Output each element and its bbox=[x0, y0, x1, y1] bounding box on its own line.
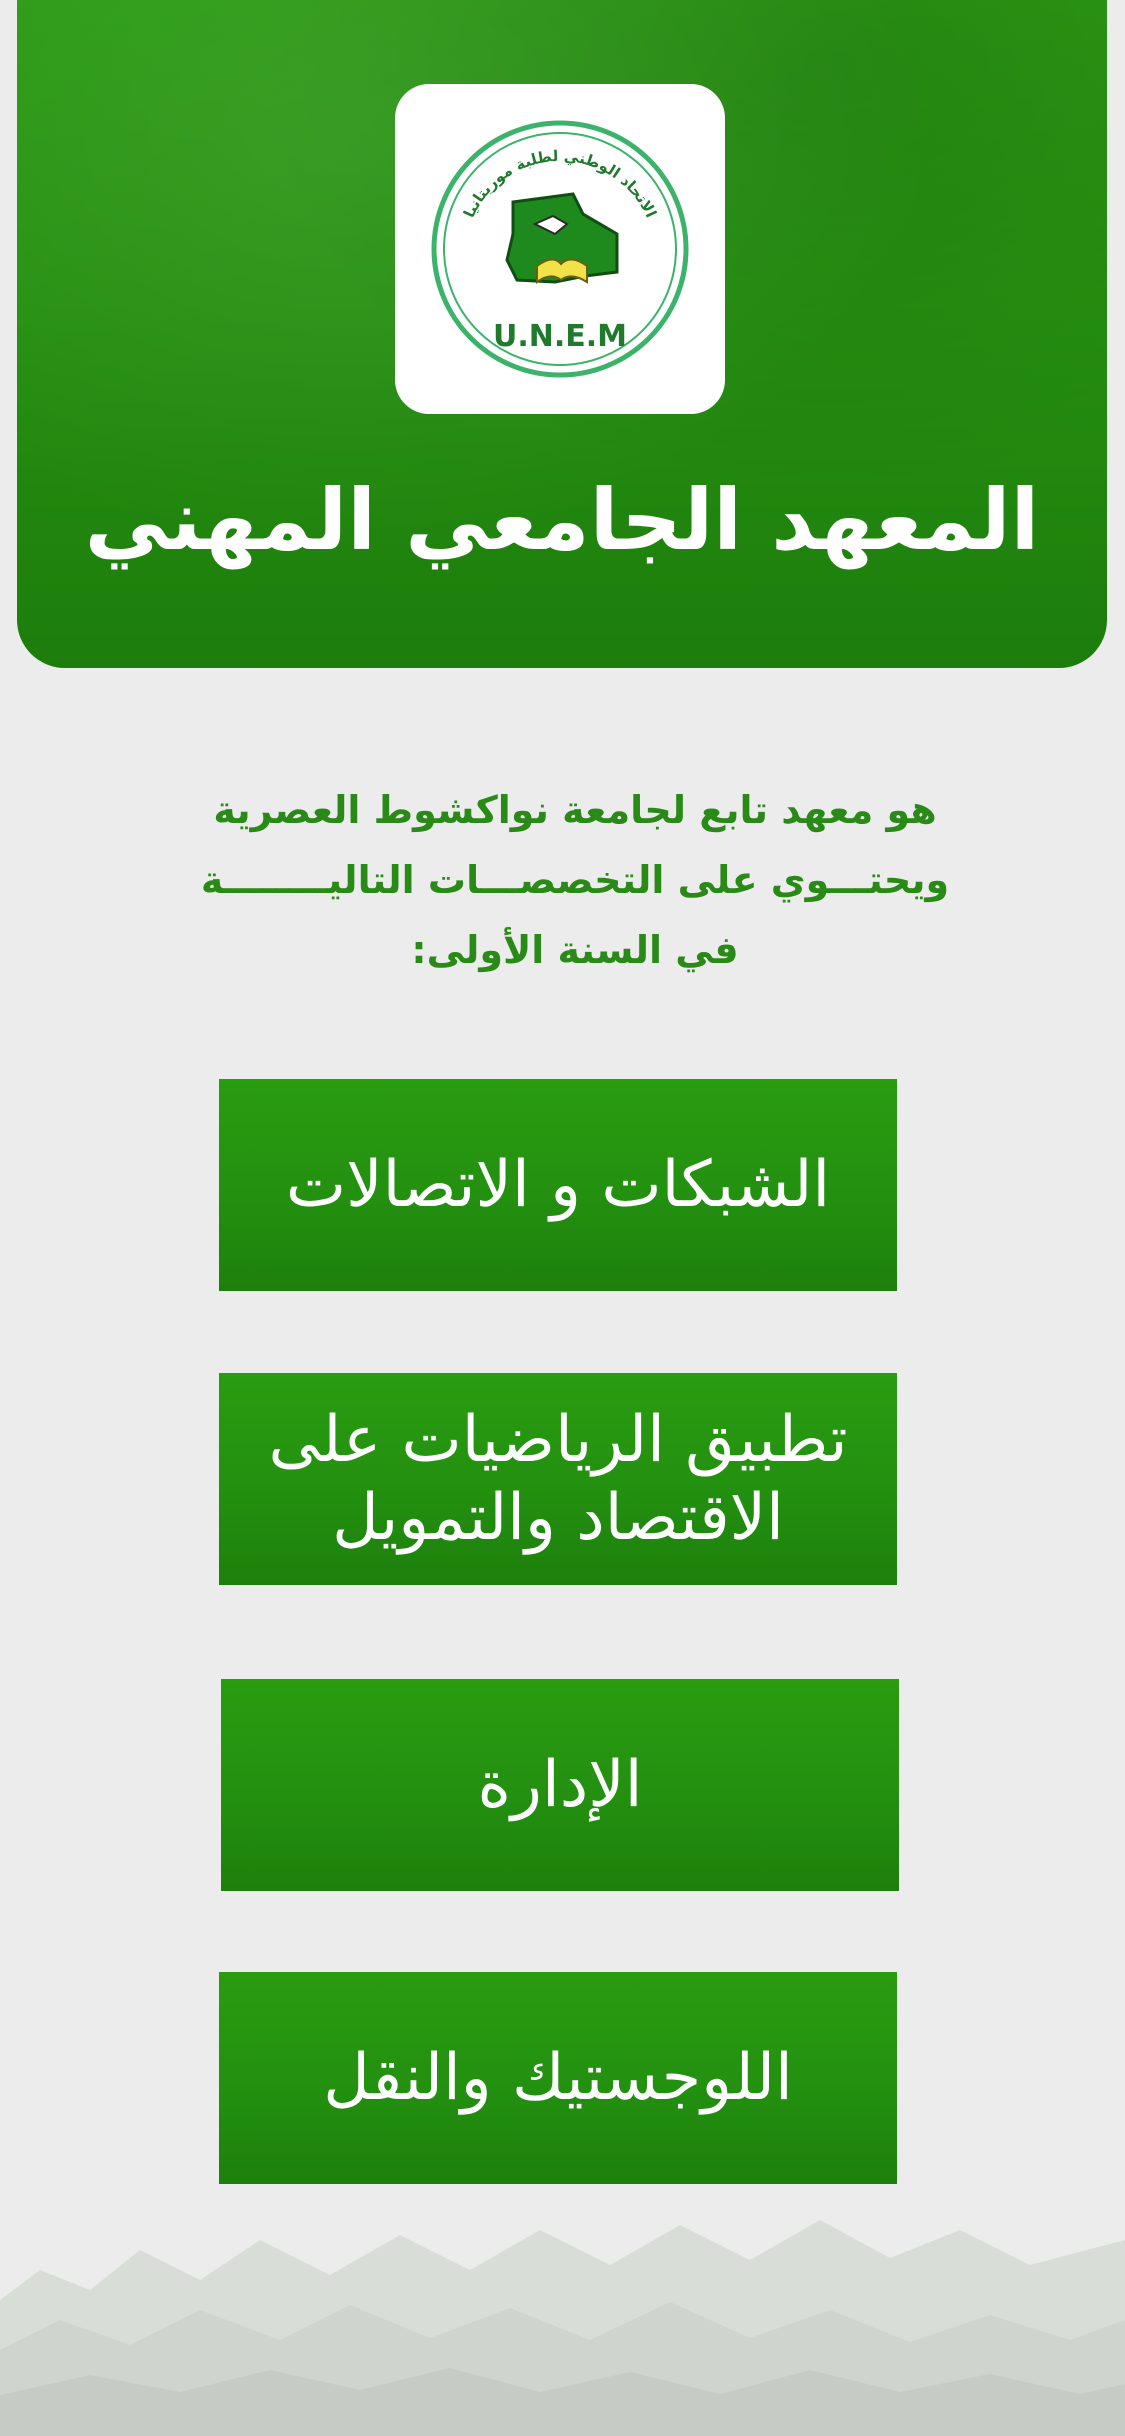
header-banner: الاتحاد الوطني لطلبة موريتانيا U.N.E.M ا… bbox=[17, 0, 1107, 668]
program-button-networks[interactable]: الشبكات و الاتصالات bbox=[219, 1079, 897, 1291]
logo-container: الاتحاد الوطني لطلبة موريتانيا U.N.E.M bbox=[395, 84, 725, 414]
intro-text: هو معهد تابع لجامعة نواكشوط العصرية ويحت… bbox=[150, 775, 1000, 985]
program-label: اللوجستيك والنقل bbox=[323, 2041, 793, 2115]
program-label: الشبكات و الاتصالات bbox=[285, 1148, 831, 1222]
intro-line: في السنة الأولى: bbox=[411, 928, 739, 972]
intro-line: ويحتـــوي على التخصصـــات التاليــــــــ… bbox=[200, 858, 950, 902]
program-button-applied-math[interactable]: تطبيق الرياضيات على الاقتصاد والتمويل bbox=[219, 1373, 897, 1585]
intro-line: هو معهد تابع لجامعة نواكشوط العصرية bbox=[213, 788, 937, 832]
program-label: تطبيق الرياضيات على الاقتصاد والتمويل bbox=[268, 1403, 848, 1555]
program-button-logistics[interactable]: اللوجستيك والنقل bbox=[219, 1972, 897, 2184]
program-label: الإدارة bbox=[477, 1748, 643, 1822]
page-title: المعهد الجامعي المهني bbox=[84, 471, 1040, 569]
program-button-management[interactable]: الإدارة bbox=[221, 1679, 899, 1891]
decorative-ground-texture bbox=[0, 2220, 1125, 2436]
unem-logo-icon: الاتحاد الوطني لطلبة موريتانيا U.N.E.M bbox=[431, 120, 689, 378]
logo-acronym: U.N.E.M bbox=[493, 319, 627, 354]
